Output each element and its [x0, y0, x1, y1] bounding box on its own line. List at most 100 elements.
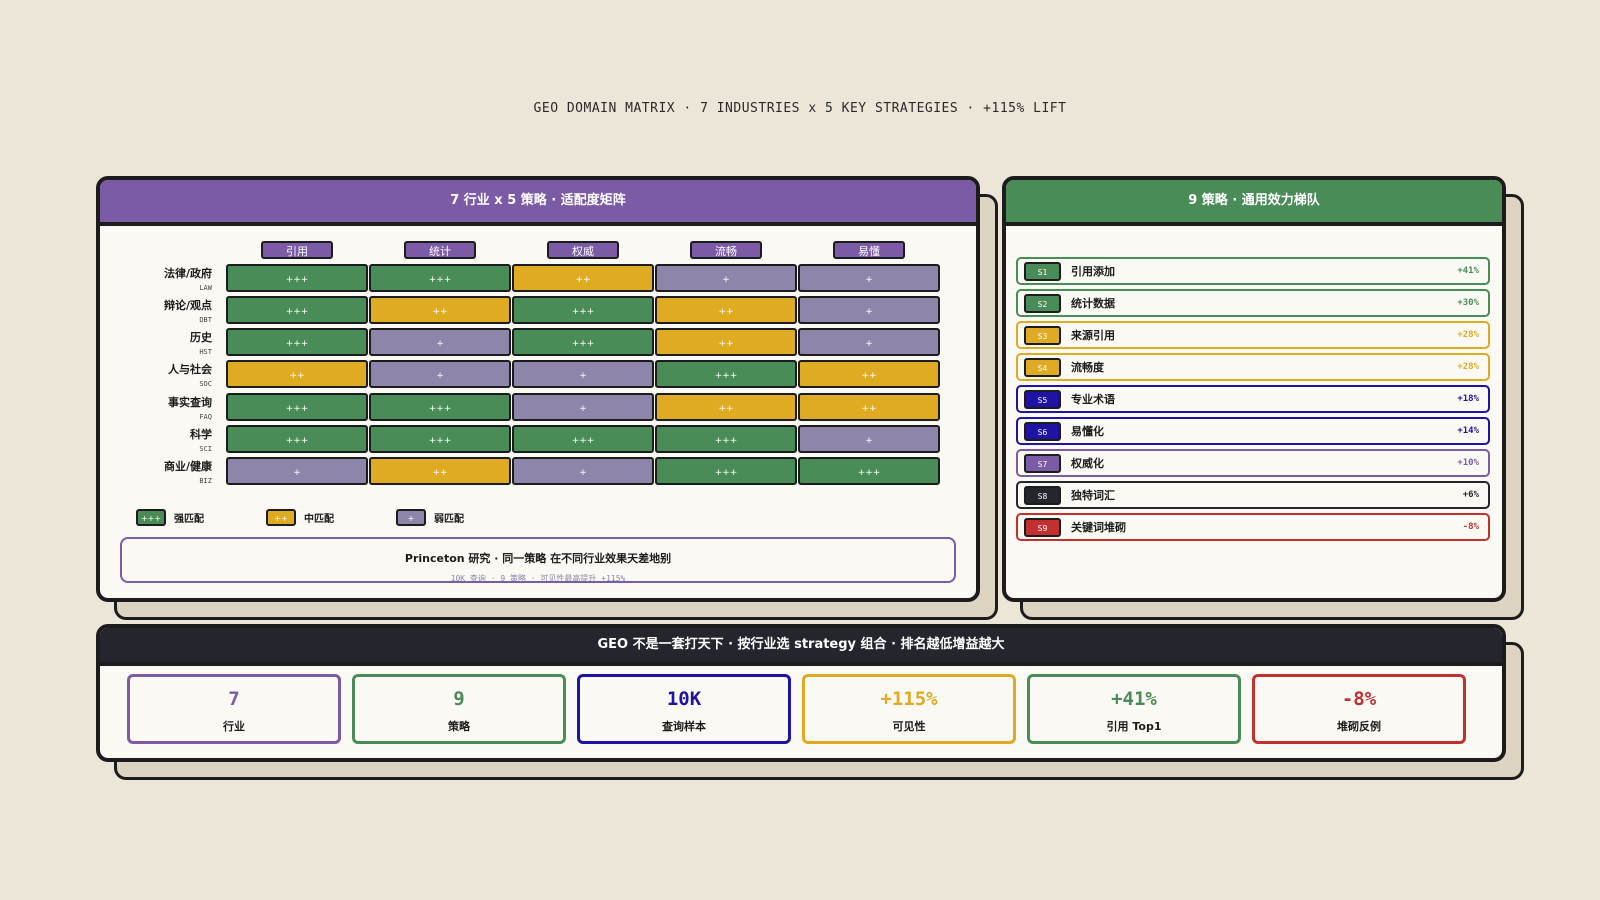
matrix-cell: +++ — [226, 425, 368, 453]
stat-box: 7 行业 — [127, 674, 341, 744]
strategy-name: 统计数据 — [1071, 297, 1115, 310]
matrix-cell: + — [798, 328, 940, 356]
strategy-name: 引用添加 — [1071, 265, 1115, 278]
strategy-badge: S1 — [1024, 261, 1061, 281]
matrix-cell: + — [798, 296, 940, 324]
matrix-cell: ++ — [655, 328, 797, 356]
row-label-name: 人与社会 — [168, 363, 212, 376]
stat-label: 引用 Top1 — [1106, 720, 1162, 733]
strategy-lift: +18% — [1457, 394, 1479, 404]
matrix-cell: +++ — [369, 425, 511, 453]
legend-item: ++ 中匹配 — [266, 508, 334, 526]
column-header: 权威 — [547, 241, 619, 259]
tier-panel-title: 9 策略 · 通用效力梯队 — [1006, 180, 1502, 226]
matrix-cell: ++ — [798, 393, 940, 421]
row-label-name: 科学 — [190, 428, 212, 441]
stat-label: 策略 — [448, 720, 470, 733]
matrix-cell: ++ — [798, 360, 940, 388]
strategy-row: S8 独特词汇 +6% — [1016, 481, 1490, 509]
matrix-cell: + — [512, 457, 654, 485]
column-header: 统计 — [404, 241, 476, 259]
research-note-title: Princeton 研究 · 同一策略 在不同行业效果天差地别 — [404, 552, 672, 565]
column-header: 引用 — [261, 241, 333, 259]
matrix-cell: ++ — [655, 393, 797, 421]
row-label: 科学 SCI — [92, 426, 212, 453]
strategy-name: 专业术语 — [1071, 393, 1115, 406]
strategy-lift: +41% — [1457, 266, 1479, 276]
stat-box: -8% 堆砌反例 — [1252, 674, 1466, 744]
stat-value: -8% — [1341, 688, 1377, 710]
row-label: 法律/政府 LAW — [92, 265, 212, 292]
strategy-name: 易懂化 — [1071, 425, 1104, 438]
row-label-name: 事实查询 — [168, 396, 212, 409]
matrix-cell: + — [798, 264, 940, 292]
matrix-cell: +++ — [369, 393, 511, 421]
legend-item: + 弱匹配 — [396, 508, 464, 526]
stat-box: 10K 查询样本 — [577, 674, 791, 744]
row-label-name: 历史 — [190, 331, 212, 344]
strategy-row: S1 引用添加 +41% — [1016, 257, 1490, 285]
matrix-cell: +++ — [226, 393, 368, 421]
column-header: 流畅 — [690, 241, 762, 259]
legend-label: 弱匹配 — [434, 513, 464, 525]
stat-label: 堆砌反例 — [1337, 720, 1381, 733]
matrix-cell: +++ — [512, 328, 654, 356]
strategy-name: 来源引用 — [1071, 329, 1115, 342]
legend-label: 强匹配 — [174, 513, 204, 525]
research-note-subtitle: 10K 查询 · 9 策略 · 可见性最高提升 +115% — [450, 574, 626, 583]
strategy-lift: +28% — [1457, 330, 1479, 340]
strategy-badge: S7 — [1024, 453, 1061, 473]
stat-label: 行业 — [223, 720, 245, 733]
row-label-code: BIZ — [199, 477, 212, 485]
matrix-cell: + — [798, 425, 940, 453]
stat-box: +41% 引用 Top1 — [1027, 674, 1241, 744]
strategy-badge: S3 — [1024, 325, 1061, 345]
strategy-badge: S8 — [1024, 485, 1061, 505]
matrix-cell: + — [655, 264, 797, 292]
strategy-row: S3 来源引用 +28% — [1016, 321, 1490, 349]
row-label-code: SCI — [199, 445, 212, 453]
strategy-name: 关键词堆砌 — [1071, 521, 1126, 534]
matrix-cell: ++ — [369, 457, 511, 485]
strategy-name: 权威化 — [1071, 457, 1104, 470]
legend-swatch: ++ — [266, 508, 296, 526]
row-label-code: DBT — [199, 316, 212, 324]
strategy-badge: S2 — [1024, 293, 1061, 313]
strategy-lift: +30% — [1457, 298, 1479, 308]
strategy-row: S6 易懂化 +14% — [1016, 417, 1490, 445]
page-title: GEO DOMAIN MATRIX · 7 INDUSTRIES x 5 KEY… — [533, 101, 1067, 116]
strategy-badge: S6 — [1024, 421, 1061, 441]
strategy-row: S9 关键词堆砌 -8% — [1016, 513, 1490, 541]
strategy-lift: +10% — [1457, 458, 1479, 468]
strategy-name: 独特词汇 — [1071, 489, 1115, 502]
stat-label: 可见性 — [892, 720, 926, 733]
matrix-panel-title: 7 行业 x 5 策略 · 适配度矩阵 — [100, 180, 976, 226]
row-label: 辩论/观点 DBT — [92, 297, 212, 324]
matrix-cell: +++ — [798, 457, 940, 485]
legend-label: 中匹配 — [304, 513, 334, 525]
matrix-cell: ++ — [512, 264, 654, 292]
strategy-badge: S5 — [1024, 389, 1061, 409]
matrix-cell: +++ — [226, 264, 368, 292]
matrix-cell: +++ — [655, 360, 797, 388]
strategy-row: S5 专业术语 +18% — [1016, 385, 1490, 413]
matrix-cell: ++ — [226, 360, 368, 388]
matrix-cell: +++ — [226, 296, 368, 324]
matrix-cell: +++ — [655, 457, 797, 485]
research-note: Princeton 研究 · 同一策略 在不同行业效果天差地别 10K 查询 ·… — [120, 537, 956, 583]
matrix-cell: +++ — [655, 425, 797, 453]
row-label-name: 法律/政府 — [163, 267, 212, 280]
row-label-name: 辩论/观点 — [163, 299, 212, 312]
strategy-badge: S9 — [1024, 517, 1061, 537]
matrix-cell: + — [226, 457, 368, 485]
matrix-cell: +++ — [369, 264, 511, 292]
matrix-cell: +++ — [512, 296, 654, 324]
row-label: 事实查询 FAQ — [92, 394, 212, 421]
strategy-lift: +6% — [1462, 490, 1479, 500]
strategy-row: S2 统计数据 +30% — [1016, 289, 1490, 317]
matrix-cell: +++ — [226, 328, 368, 356]
stat-value: 9 — [453, 688, 465, 710]
stat-value: 7 — [228, 688, 240, 710]
row-label-code: HST — [199, 348, 212, 356]
legend-item: +++ 强匹配 — [136, 508, 204, 526]
